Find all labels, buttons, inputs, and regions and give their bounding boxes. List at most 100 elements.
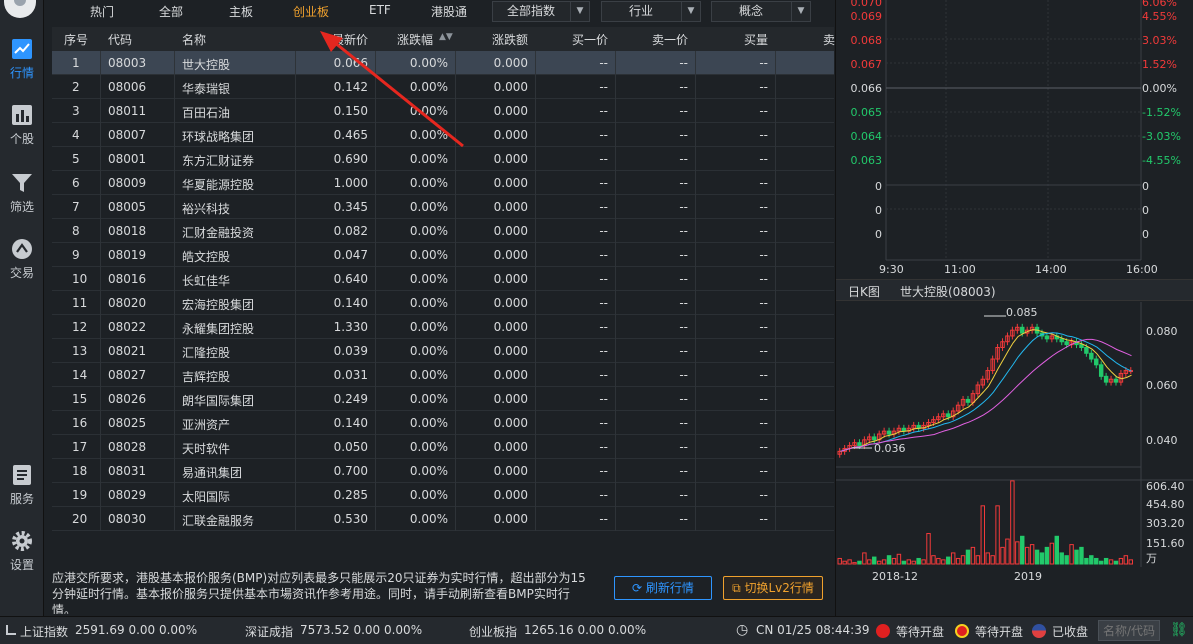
volume-bar (857, 560, 862, 565)
volume-bar (1059, 552, 1064, 565)
cell-ask: -- (679, 320, 688, 334)
date-label: 2018-12 (872, 570, 918, 583)
refresh-button[interactable]: ⟳ 刷新行情 (614, 576, 712, 600)
table-row[interactable]: 7 08005 裕兴科技 0.345 0.00% 0.000 -- -- -- (52, 195, 834, 219)
cell-ask: -- (679, 80, 688, 94)
column-divider (174, 51, 175, 531)
industry-dropdown[interactable]: 行业 ▼ (601, 1, 701, 22)
kline-chart[interactable] (836, 302, 1193, 570)
sidebar-item-stock[interactable]: 个股 (0, 104, 44, 154)
switch-lv2-button[interactable]: ⧉ 切换Lv2行情 (723, 576, 823, 600)
volume-bar (1039, 552, 1045, 565)
cell-price: 0.039 (333, 344, 368, 358)
cell-bid: -- (599, 224, 608, 238)
volume-tick: 606.40 (1146, 480, 1185, 493)
candle (1084, 347, 1089, 354)
volume-bar (936, 557, 941, 565)
cell-ask: -- (679, 200, 688, 214)
col-header-bidvol[interactable]: 买量 (744, 31, 768, 48)
cell-bid: -- (599, 272, 608, 286)
trade-icon (12, 239, 32, 259)
volume-bar (985, 552, 990, 565)
index-dropdown[interactable]: 全部指数 ▼ (492, 1, 590, 22)
cell-chg: 0.000 (493, 392, 528, 406)
sidebar-item-market[interactable]: 行情 (0, 38, 44, 88)
sz-index-label[interactable]: 深证成指 (245, 623, 293, 640)
intraday-price-tick: 0.069 (850, 10, 883, 23)
cell-bid: -- (599, 200, 608, 214)
sh-index-label[interactable]: 上证指数 (20, 623, 68, 640)
intraday-pct-tick: 6.06% (1142, 0, 1177, 9)
col-header-no[interactable]: 序号 (64, 31, 88, 48)
dropdown-value: 全部指数 (506, 4, 555, 18)
kline-type-label[interactable]: 日K图 (848, 283, 880, 300)
cell-bid: -- (599, 104, 608, 118)
col-header-name[interactable]: 名称 (182, 31, 206, 48)
tab-all[interactable]: 全部 (159, 3, 183, 20)
avatar[interactable] (4, 0, 36, 18)
table-row[interactable]: 19 08029 太阳国际 0.285 0.00% 0.000 -- -- -- (52, 483, 834, 507)
cell-bidvol: -- (759, 80, 768, 94)
table-row[interactable]: 15 08026 朗华国际集团 0.249 0.00% 0.000 -- -- -- (52, 387, 834, 411)
sidebar-item-filter[interactable]: 筛选 (0, 172, 44, 222)
volume-bar (847, 559, 852, 565)
table-row[interactable]: 8 08018 汇财金融投资 0.082 0.00% 0.000 -- -- -- (52, 219, 834, 243)
column-divider (695, 51, 696, 531)
volume-bars (837, 480, 1134, 565)
candle (1064, 341, 1069, 346)
cell-no: 15 (72, 392, 88, 406)
volume-bar (1123, 555, 1129, 565)
intraday-chart[interactable] (836, 0, 1193, 262)
table-row[interactable]: 18 08031 易通讯集团 0.700 0.00% 0.000 -- -- -- (52, 459, 834, 483)
cell-ask: -- (679, 368, 688, 382)
gem-index-label[interactable]: 创业板指 (469, 623, 517, 640)
col-header-bid[interactable]: 买一价 (572, 31, 608, 48)
cell-ask: -- (679, 176, 688, 190)
time-label: 16:00 (1126, 263, 1158, 276)
candle (1094, 358, 1099, 366)
cell-price: 0.050 (333, 440, 368, 454)
tab-etf[interactable]: ETF (369, 3, 391, 17)
copy-icon: ⧉ (732, 581, 745, 595)
link-icon[interactable]: ⛓ (1170, 622, 1188, 638)
sidebar-item-trade[interactable]: 交易 (0, 238, 44, 288)
table-row[interactable]: 13 08021 汇隆控股 0.039 0.00% 0.000 -- -- -- (52, 339, 834, 363)
cell-name: 世大控股 (182, 58, 231, 72)
intraday-pct-tick: -3.03% (1142, 130, 1181, 143)
tab-main-board[interactable]: 主板 (229, 3, 253, 20)
table-row[interactable]: 20 08030 汇联金融服务 0.530 0.00% 0.000 -- -- -- (52, 507, 834, 531)
table-row[interactable]: 17 08028 天时软件 0.050 0.00% 0.000 -- -- -- (52, 435, 834, 459)
intraday-pct-tick: 1.52% (1142, 58, 1177, 71)
volume-bar (916, 557, 921, 565)
cell-no: 1 (72, 56, 80, 70)
hk-market-status: 等待开盘 (896, 625, 945, 639)
table-row[interactable]: 10 08016 长虹佳华 0.640 0.00% 0.000 -- -- -- (52, 267, 834, 291)
table-row[interactable]: 12 08022 永耀集团控股 1.330 0.00% 0.000 -- -- -- (52, 315, 834, 339)
col-header-askvol[interactable]: 卖 (823, 31, 835, 48)
col-header-code[interactable]: 代码 (108, 31, 132, 48)
cell-bid: -- (599, 56, 608, 70)
tab-hot[interactable]: 热门 (90, 3, 114, 20)
sidebar-item-service[interactable]: 服务 (0, 464, 44, 514)
volume-bar (1064, 555, 1069, 565)
concept-dropdown[interactable]: 概念 ▼ (711, 1, 811, 22)
candle (1059, 338, 1064, 343)
cell-ask: -- (679, 272, 688, 286)
sidebar-item-settings[interactable]: 设置 (0, 530, 44, 580)
volume-bar (876, 560, 882, 565)
cell-bid: -- (599, 344, 608, 358)
time-label: 14:00 (1035, 263, 1067, 276)
table-row[interactable]: 16 08025 亚洲资产 0.140 0.00% 0.000 -- -- -- (52, 411, 834, 435)
volume-tick: 454.80 (1146, 498, 1185, 511)
table-row[interactable]: 9 08019 皓文控股 0.047 0.00% 0.000 -- -- -- (52, 243, 834, 267)
cell-bidvol: -- (759, 104, 768, 118)
table-row[interactable]: 14 08027 吉辉控股 0.031 0.00% 0.000 -- -- -- (52, 363, 834, 387)
col-header-chg[interactable]: 涨跌额 (492, 31, 528, 48)
col-header-ask[interactable]: 卖一价 (652, 31, 688, 48)
table-row[interactable]: 6 08009 华夏能源控股 1.000 0.00% 0.000 -- -- -- (52, 171, 834, 195)
tab-gem[interactable]: 创业板 (293, 3, 329, 20)
cell-chg: 0.000 (493, 56, 528, 70)
table-row[interactable]: 11 08020 宏海控股集团 0.140 0.00% 0.000 -- -- -- (52, 291, 834, 315)
search-input[interactable] (1098, 620, 1160, 641)
tab-connect[interactable]: 港股通 (431, 3, 467, 20)
